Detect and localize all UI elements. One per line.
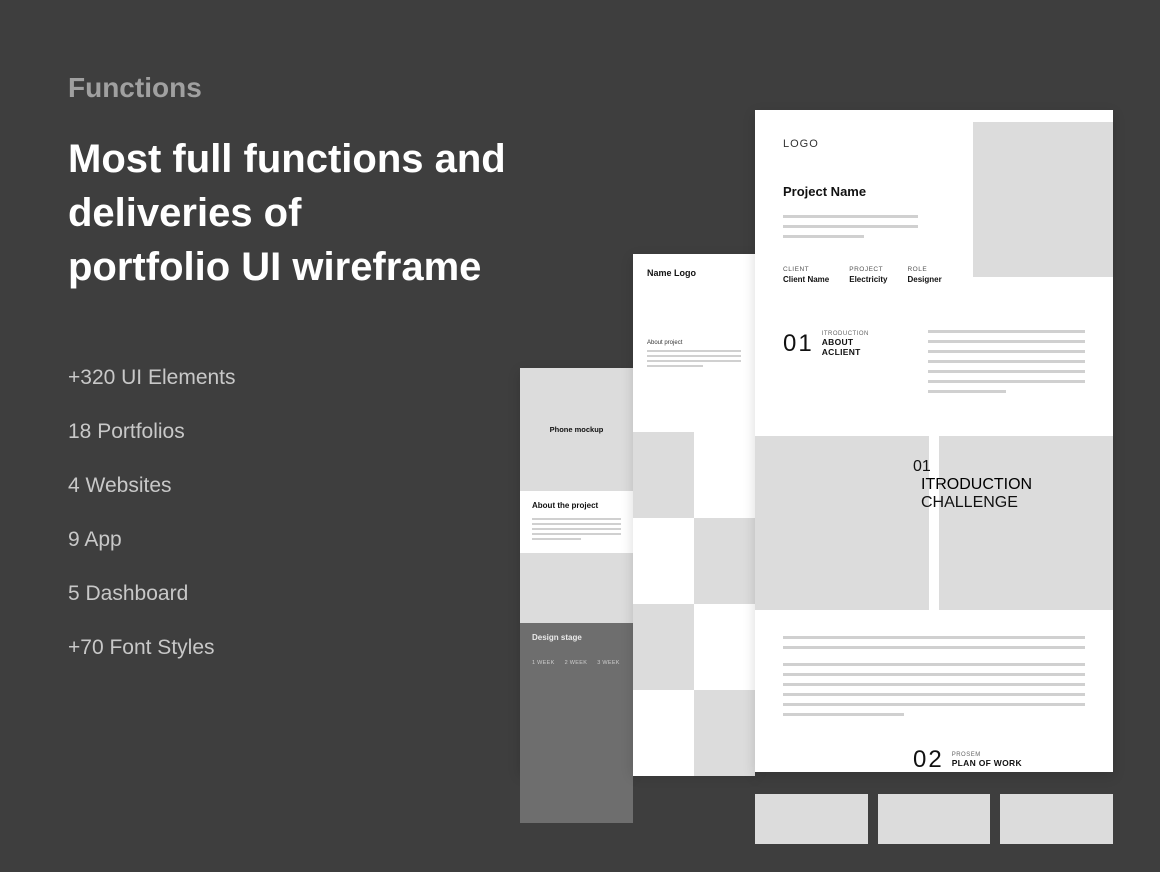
design-stage-heading: Design stage [532,633,621,642]
phone-mockup-label: Phone mockup [550,425,604,434]
week-columns: 1 WEEK 2 WEEK 3 WEEK [532,660,621,666]
section-title: CHALLENGE [921,494,1032,512]
image-grid [633,432,755,776]
meta-label: PROJECT [849,266,887,273]
placeholder-lines [928,330,1085,400]
image-placeholder [694,690,755,776]
placeholder-lines [783,215,918,238]
feature-item: 18 Portfolios [68,420,548,444]
section-title: PLAN OF WORK [952,758,1022,768]
name-logo-label: Name Logo [647,268,741,278]
feature-item: 5 Dashboard [68,582,548,606]
section-number: 01 [913,458,1032,476]
image-placeholder [520,553,633,623]
project-name-heading: Project Name [783,184,945,199]
image-placeholder [633,604,694,690]
section-about-client: 01 ITRODUCTION ABOUT ACLIENT [783,330,1085,400]
section-title: ABOUT ACLIENT [822,337,884,357]
headline: Most full functions and deliveries of po… [68,132,548,294]
design-stage-block: Design stage 1 WEEK 2 WEEK 3 WEEK [520,623,633,823]
project-meta: CLIENT Client Name PROJECT Electricity R… [783,266,945,284]
wireframe-card-small: Phone mockup About the project Design st… [520,368,633,772]
about-project-subtitle: About project [647,340,741,346]
wireframe-card-large: LOGO Project Name CLIENT Client Name PRO… [755,110,1113,772]
week-label: 3 WEEK [597,660,620,666]
meta-value: Electricity [849,275,887,284]
feature-item: +70 Font Styles [68,636,548,660]
section-number: 02 [913,746,944,774]
week-label: 2 WEEK [565,660,588,666]
section-plan-of-work: 02 PROSEM PLAN OF WORK [913,746,1085,774]
section-label: ITRODUCTION [921,476,1032,494]
eyebrow-label: Functions [68,72,548,104]
meta-label: ROLE [907,266,941,273]
feature-item: 9 App [68,528,548,552]
meta-value: Client Name [783,275,829,284]
image-placeholder [1000,794,1113,844]
placeholder-lines [783,636,1085,716]
wireframe-card-medium: Name Logo About project [633,254,755,772]
meta-value: Designer [907,275,941,284]
image-placeholder [755,794,868,844]
image-placeholder [878,794,991,844]
feature-item: +320 UI Elements [68,366,548,390]
phone-mockup-placeholder: Phone mockup [520,368,633,491]
feature-item: 4 Websites [68,474,548,498]
about-project-heading: About the project [532,501,621,510]
feature-list: +320 UI Elements 18 Portfolios 4 Website… [68,366,548,660]
placeholder-lines [647,350,741,367]
image-placeholder [694,518,755,604]
image-placeholder [633,432,694,518]
image-placeholder [755,436,929,610]
placeholder-lines [532,518,621,540]
section-number: 01 [783,330,814,358]
hero-image-placeholder [973,122,1113,277]
week-label: 1 WEEK [532,660,555,666]
meta-label: CLIENT [783,266,829,273]
text-panel: Functions Most full functions and delive… [68,72,548,690]
